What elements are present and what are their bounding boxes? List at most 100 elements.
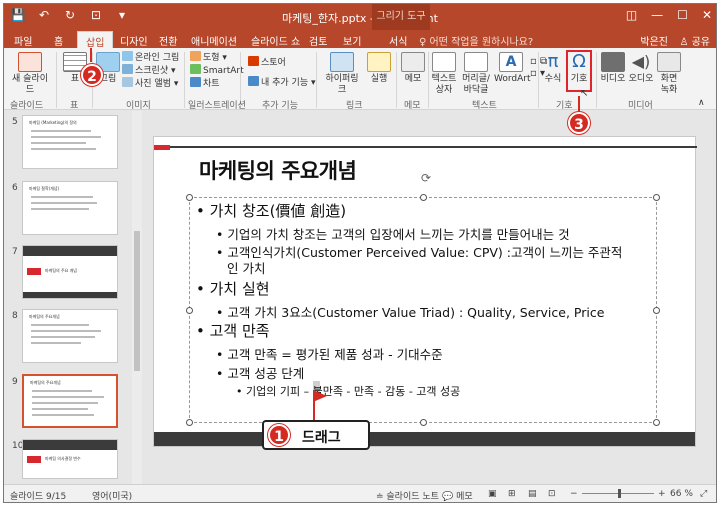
bullet-level2[interactable]: • 고객 가치 3요소(Customer Value Triad) : Qual… — [216, 302, 604, 321]
my-addins-button[interactable]: 내 추가 기능 ▾ — [248, 76, 316, 89]
video-label: 비디오 — [600, 74, 626, 84]
thumb-chapter-chip — [27, 456, 41, 463]
tab-home[interactable]: 홈 — [54, 33, 63, 48]
rotate-handle-icon[interactable]: ⟳ — [421, 171, 431, 185]
equation-label: 수식 — [544, 74, 562, 84]
resize-handle[interactable] — [653, 419, 660, 426]
store-icon — [248, 56, 259, 66]
slide-sorter-icon[interactable]: ⊞ — [508, 489, 516, 499]
resize-handle[interactable] — [186, 419, 193, 426]
slide-thumbnail-8[interactable]: 마케팅의 주요개념 — [22, 309, 118, 363]
resize-handle[interactable] — [420, 419, 427, 426]
table-label: 표 — [70, 74, 80, 84]
fit-to-window-icon[interactable]: ⤢ — [700, 489, 707, 499]
thumb-line — [31, 130, 91, 132]
tab-transitions[interactable]: 전환 — [159, 33, 177, 48]
maximize-icon[interactable]: ☐ — [677, 8, 688, 22]
tab-insert[interactable]: 삽입 — [77, 31, 114, 49]
bullet-level1[interactable]: • 가치 창조(價値 創造) — [196, 200, 346, 221]
resize-handle[interactable] — [186, 194, 193, 201]
bullet-level2[interactable]: • 고객 성공 단계 — [216, 363, 304, 382]
slide-thumbnail-6[interactable]: 마케팅 철학(개념) — [22, 181, 118, 235]
bullet-level1[interactable]: • 고객 만족 — [196, 320, 270, 341]
wordart-button[interactable]: A WordArt — [494, 52, 531, 85]
tab-slideshow[interactable]: 슬라이드 쇼 — [251, 33, 300, 48]
screen-record-icon — [657, 52, 681, 72]
close-icon[interactable]: ✕ — [702, 8, 712, 22]
tab-view[interactable]: 보기 — [343, 33, 361, 48]
screenshot-label: 스크린샷 ▾ — [135, 66, 176, 76]
slideshow-view-icon[interactable]: ⊡ — [548, 489, 556, 499]
store-button[interactable]: 스토어 — [248, 56, 286, 69]
online-pictures-button[interactable]: 온라인 그림 — [122, 51, 179, 64]
bullet-level2[interactable]: • 고객인식가치(Customer Perceived Value: CPV) … — [216, 242, 622, 261]
thumb-line — [31, 324, 89, 326]
resize-handle[interactable] — [653, 307, 660, 314]
collapse-ribbon-icon[interactable]: ∧ — [698, 98, 705, 109]
zoom-level[interactable]: 66 % — [670, 489, 693, 499]
zoom-out-icon[interactable]: − — [570, 489, 578, 499]
ribbon-display-icon[interactable]: ◫ — [626, 8, 637, 22]
group-slides: 슬라이드 — [10, 101, 44, 111]
screenshot-button[interactable]: 스크린샷 ▾ — [122, 64, 176, 77]
mouse-pointer-icon: ↖ — [580, 88, 589, 99]
slide-thumbnail-5[interactable]: 마케팅 (Marketing)의 정의 — [22, 115, 118, 169]
tab-format[interactable]: 서식 — [389, 33, 407, 48]
header-footer-button[interactable]: 머리글/ 바닥글 — [460, 52, 492, 96]
bullet-level1[interactable]: • 가치 실현 — [196, 278, 270, 299]
new-slide-button[interactable]: 새 슬라이드 — [8, 52, 52, 96]
share-button[interactable]: ♙ 공유 — [679, 33, 710, 48]
zoom-slider-thumb[interactable] — [618, 489, 621, 498]
video-button[interactable]: 비디오 — [600, 52, 626, 85]
tab-file[interactable]: 파일 — [14, 33, 32, 48]
slide-footer-bar — [154, 432, 695, 446]
minimize-icon[interactable]: — — [651, 8, 663, 22]
resize-handle[interactable] — [186, 307, 193, 314]
photo-album-icon — [122, 77, 133, 87]
resize-handle[interactable] — [653, 194, 660, 201]
thumb-line — [31, 330, 101, 332]
screen-recording-button[interactable]: 화면 녹화 — [656, 52, 682, 96]
tab-animations[interactable]: 애니메이션 — [191, 33, 237, 48]
slide-thumbnail-10[interactable]: 마케팅 의사결정 변수 — [22, 439, 118, 479]
online-pictures-icon — [122, 51, 133, 61]
bullet-level2[interactable]: • 기업의 가치 창조는 고객의 입장에서 느끼는 가치를 만들어내는 것 — [216, 224, 570, 243]
notes-toggle[interactable]: ≐ 슬라이드 노트 — [376, 489, 439, 502]
thumb-line — [32, 402, 98, 404]
new-slide-icon — [18, 52, 42, 72]
thumb-num-5: 5 — [12, 117, 18, 127]
textbox-button[interactable]: 텍스트 상자 — [430, 52, 458, 96]
document-title: 마케팅_한자.pptx - PowerPoint — [282, 12, 438, 25]
hyperlink-button[interactable]: 하이퍼링크 — [322, 52, 362, 96]
comments-toggle[interactable]: 💬 메모 — [442, 489, 473, 502]
bullet-level2[interactable]: • 고객 만족 = 평가된 제품 성과 - 기대수준 — [216, 344, 443, 363]
bullet-level3[interactable]: • 기업의 기피 – 불만족 - 만족 - 감동 - 고객 성공 — [236, 383, 460, 399]
zoom-in-icon[interactable]: + — [658, 489, 666, 499]
audio-button[interactable]: ◀) 오디오 — [628, 52, 654, 85]
slide-title[interactable]: 마케팅의 주요개념 — [199, 155, 357, 185]
normal-view-icon[interactable]: ▣ — [488, 489, 497, 499]
language-indicator[interactable]: 영어(미국) — [92, 489, 132, 502]
callout-three-badge: 3 — [568, 112, 590, 134]
resize-handle[interactable] — [420, 194, 427, 201]
slide-canvas[interactable]: 마케팅의 주요개념 ⟳ • 가치 창조(價値 創造) • 기업의 가치 창조는 … — [153, 136, 697, 447]
slide-thumbnail-7[interactable]: 마케팅의 주요 개념 — [22, 245, 118, 299]
chart-button[interactable]: 차트 — [190, 77, 220, 90]
shapes-button[interactable]: 도형 ▾ — [190, 51, 227, 64]
reading-view-icon[interactable]: ▤ — [528, 489, 537, 499]
status-bar: 슬라이드 9/15 영어(미국) ≐ 슬라이드 노트 💬 메모 ▣ ⊞ ▤ ⊡ … — [4, 484, 716, 502]
user-name[interactable]: 박은진 — [640, 33, 668, 48]
scrollbar-thumb[interactable] — [134, 231, 140, 371]
tell-me-search[interactable]: ♀ 어떤 작업을 원하시나요? — [419, 33, 533, 48]
slide-thumbnail-9-selected[interactable]: 마케팅의 주요개념 — [22, 374, 118, 428]
tab-design[interactable]: 디자인 — [120, 33, 148, 48]
chart-icon — [190, 77, 201, 87]
action-button[interactable]: 실행 — [366, 52, 392, 85]
smartart-button[interactable]: SmartArt — [190, 64, 244, 77]
comment-button[interactable]: 메모 — [400, 52, 426, 85]
equation-button[interactable]: π 수식 — [542, 52, 564, 85]
photo-album-button[interactable]: 사진 앨범 ▾ — [122, 77, 178, 90]
tab-review[interactable]: 검토 — [309, 33, 327, 48]
thumbnails-scrollbar[interactable] — [132, 111, 142, 484]
bullet-level2-wrap[interactable]: 인 가치 — [227, 258, 265, 277]
